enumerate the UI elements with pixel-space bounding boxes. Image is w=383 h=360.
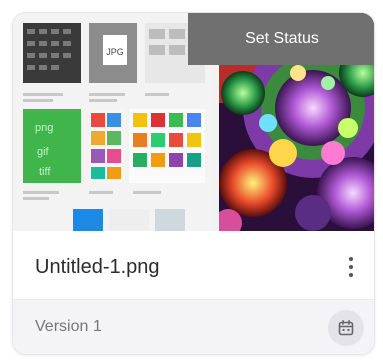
calendar-icon (338, 319, 354, 336)
thumb-gif-text: gif (37, 146, 50, 158)
calendar-button[interactable] (328, 310, 364, 346)
card-footer: Version 1 (13, 299, 374, 354)
thumb-jpg-text: JPG (106, 47, 124, 57)
thumb-tiff-text: tiff (39, 166, 51, 178)
set-status-button[interactable]: Set Status (188, 13, 374, 65)
set-status-label: Set Status (245, 30, 319, 47)
file-name[interactable]: Untitled-1.png (35, 256, 160, 279)
file-thumbnail[interactable]: JPG png gif tiff Set Status (13, 13, 374, 231)
thumb-png-text: png (35, 122, 53, 134)
more-vertical-icon[interactable] (340, 253, 362, 281)
version-label: Version 1 (35, 318, 102, 335)
file-card[interactable]: JPG png gif tiff Set Status Untitled-1.p… (12, 12, 375, 355)
